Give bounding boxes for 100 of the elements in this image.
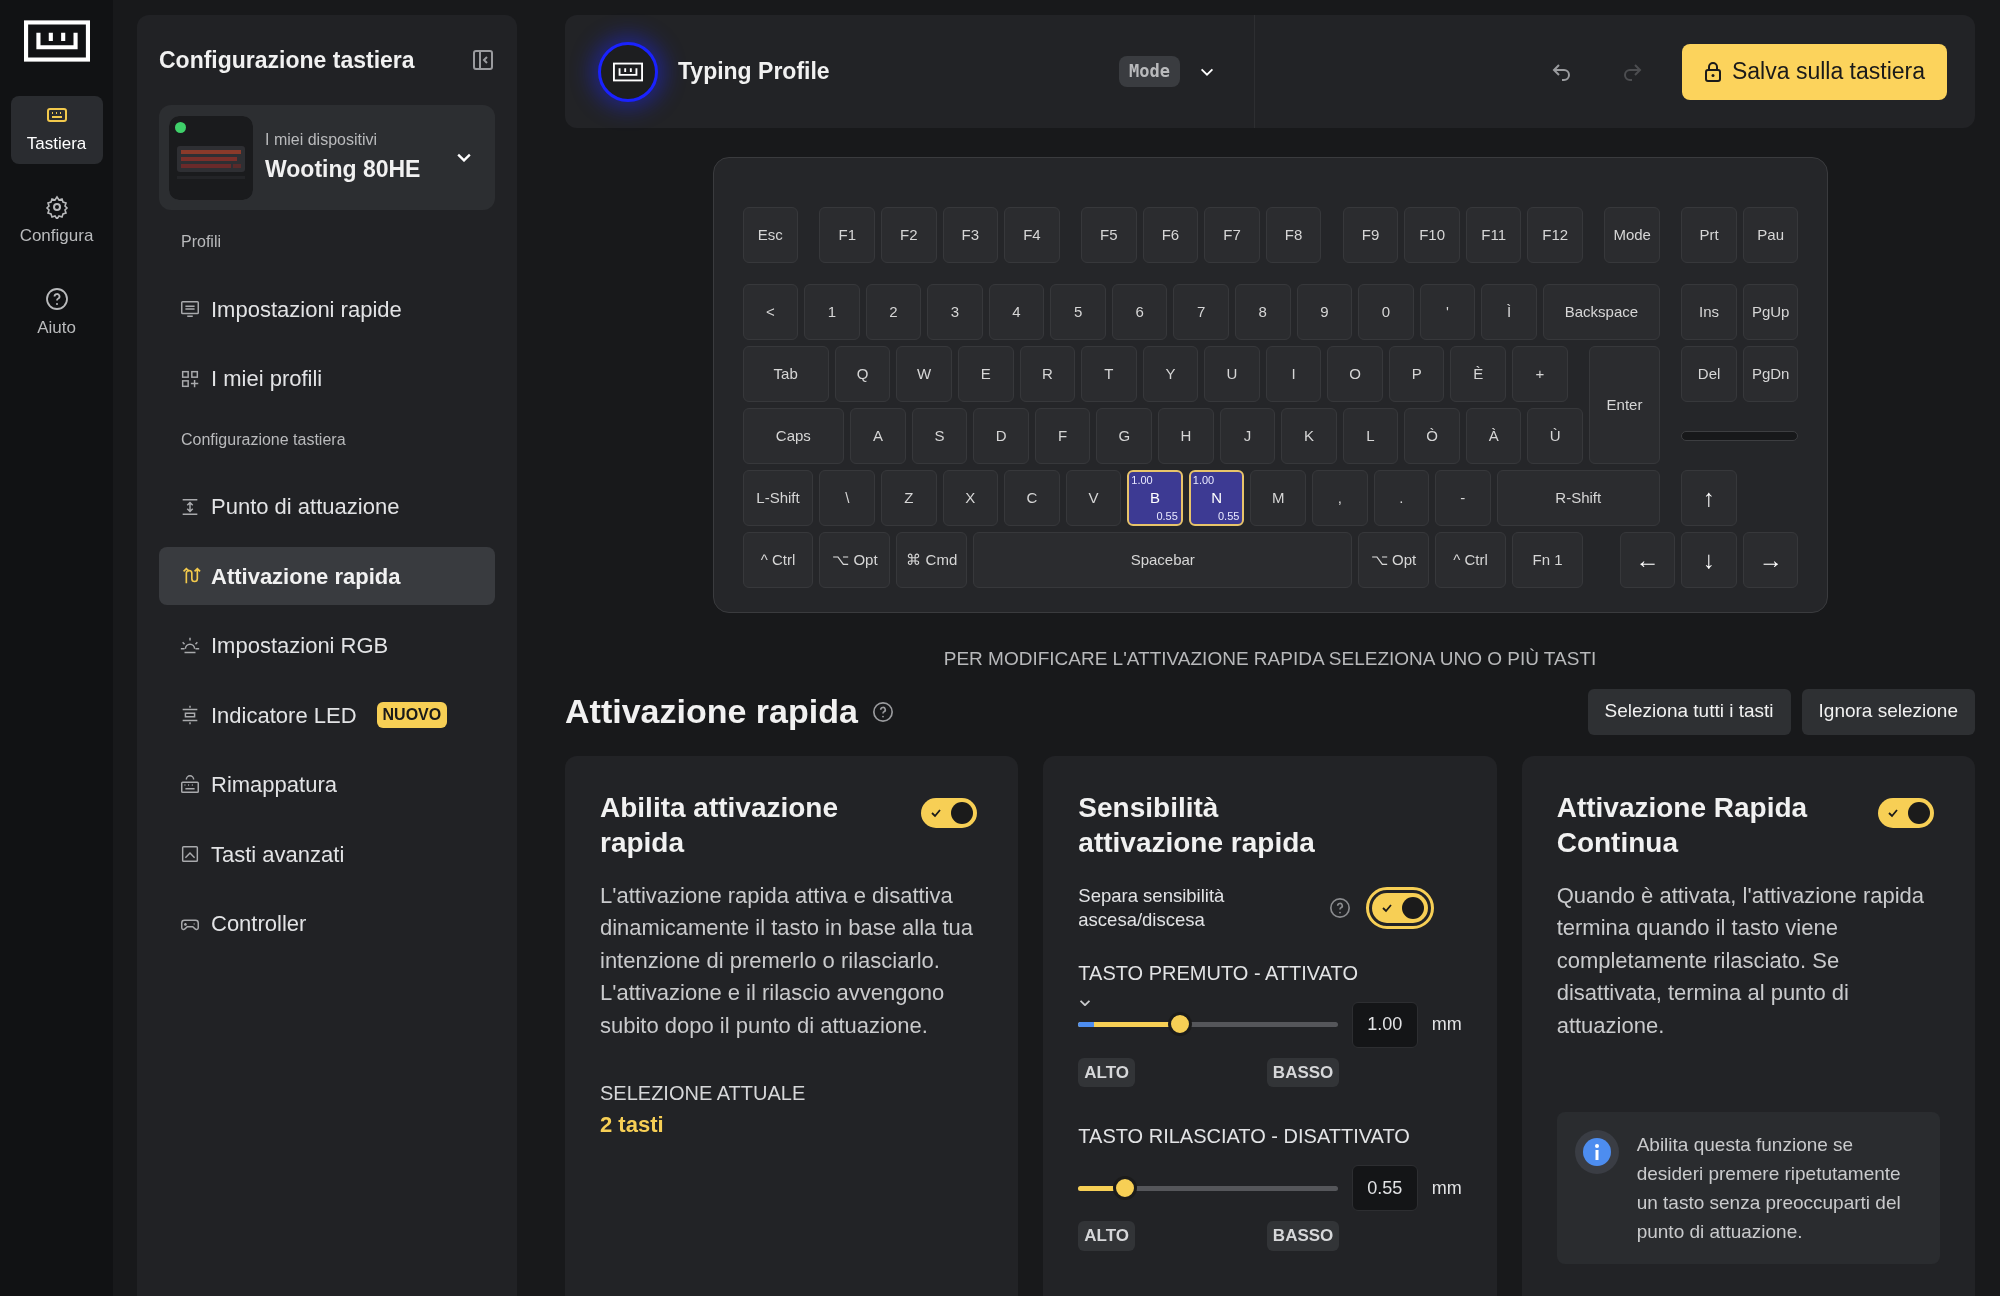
key[interactable]: Ì xyxy=(1481,284,1537,340)
key[interactable]: F10 xyxy=(1404,207,1460,263)
key[interactable]: R-Shift xyxy=(1496,470,1660,526)
key[interactable]: B 1.00 0.55 xyxy=(1127,470,1183,526)
key[interactable]: 8 xyxy=(1235,284,1291,340)
key[interactable]: ⌘ Cmd xyxy=(896,532,968,588)
key[interactable]: , xyxy=(1311,470,1368,526)
key[interactable]: ^ Ctrl xyxy=(1435,532,1507,588)
key[interactable]: À xyxy=(1465,408,1522,464)
key[interactable]: Fn 1 xyxy=(1512,532,1583,588)
key[interactable]: + xyxy=(1512,346,1568,402)
collapse-panel-icon[interactable] xyxy=(471,48,495,72)
key[interactable]: ^ Ctrl xyxy=(742,532,814,588)
slider-track[interactable] xyxy=(1078,1176,1338,1200)
slider-thumb[interactable] xyxy=(1113,1175,1138,1200)
key[interactable]: U xyxy=(1204,346,1260,402)
key[interactable]: F9 xyxy=(1342,207,1399,263)
key[interactable]: Z xyxy=(881,470,937,526)
key[interactable]: L xyxy=(1342,408,1399,464)
key[interactable]: Y xyxy=(1142,346,1199,402)
key[interactable]: 4 xyxy=(988,284,1045,340)
key[interactable]: 6 xyxy=(1111,284,1168,340)
key[interactable]: D xyxy=(973,408,1029,464)
key[interactable]: A xyxy=(850,408,906,464)
key[interactable]: F1 xyxy=(819,207,875,263)
key[interactable]: C xyxy=(1004,470,1060,526)
key[interactable]: F7 xyxy=(1204,207,1260,263)
action-button[interactable]: Ignora selezione xyxy=(1801,688,1975,735)
key[interactable]: L-Shift xyxy=(742,470,814,526)
key[interactable]: È xyxy=(1450,346,1507,402)
menu-item[interactable]: I miei profili xyxy=(159,349,495,408)
key[interactable]: Mode xyxy=(1604,207,1660,263)
key[interactable]: F5 xyxy=(1081,207,1137,263)
key[interactable]: PgDn xyxy=(1742,346,1799,402)
menu-item[interactable]: Indicatore LED NUOVO xyxy=(159,686,495,744)
key[interactable]: W xyxy=(896,346,952,402)
save-button[interactable]: Salva sulla tastiera xyxy=(1681,43,1947,100)
key[interactable]: Spacebar xyxy=(973,532,1353,588)
key[interactable]: ↓ xyxy=(1681,532,1737,588)
slider-thumb[interactable] xyxy=(1167,1012,1192,1036)
nav-tab[interactable]: Tastiera xyxy=(10,96,103,164)
key[interactable]: 2 xyxy=(865,284,922,340)
key[interactable]: F3 xyxy=(942,207,999,263)
toggle-switch[interactable] xyxy=(1371,892,1428,923)
nav-tab[interactable]: Aiuto xyxy=(10,280,103,348)
key[interactable]: \ xyxy=(819,470,875,526)
key[interactable]: F6 xyxy=(1142,207,1199,263)
key[interactable]: G xyxy=(1096,408,1153,464)
key[interactable]: X xyxy=(942,470,999,526)
key[interactable]: F2 xyxy=(881,207,937,263)
key[interactable]: Ù xyxy=(1527,408,1583,464)
key[interactable]: O xyxy=(1327,346,1383,402)
slider-track[interactable] xyxy=(1078,1012,1338,1037)
device-selector[interactable]: I miei dispositivi Wooting 80HE xyxy=(159,105,495,210)
key[interactable]: Pau xyxy=(1742,207,1799,263)
menu-item[interactable]: Punto di attuazione xyxy=(159,477,495,536)
key[interactable]: 3 xyxy=(927,284,983,340)
key[interactable]: Ins xyxy=(1681,284,1737,340)
key[interactable]: . xyxy=(1373,470,1430,526)
key[interactable]: → xyxy=(1742,532,1799,588)
menu-item[interactable]: Tasti avanzati xyxy=(159,825,495,883)
toggle-switch[interactable] xyxy=(1878,797,1934,828)
key[interactable]: H xyxy=(1158,408,1214,464)
menu-item[interactable]: Impostazioni rapide xyxy=(159,280,495,338)
menu-item[interactable]: Rimappatura xyxy=(159,755,495,814)
key[interactable]: Ò xyxy=(1404,408,1460,464)
key[interactable]: R xyxy=(1019,346,1076,402)
key[interactable]: F12 xyxy=(1527,207,1583,263)
key[interactable]: 7 xyxy=(1173,284,1229,340)
key[interactable]: N 1.00 0.55 xyxy=(1188,470,1245,526)
value-field[interactable]: 0.55 xyxy=(1352,1165,1418,1211)
key[interactable]: P xyxy=(1388,346,1445,402)
key[interactable]: < xyxy=(742,284,799,340)
key[interactable]: PgUp xyxy=(1742,284,1799,340)
key[interactable]: Caps xyxy=(742,408,845,464)
key[interactable]: M xyxy=(1250,470,1306,526)
help-icon[interactable] xyxy=(1328,896,1351,919)
key[interactable]: 0 xyxy=(1358,284,1414,340)
key[interactable]: J xyxy=(1219,408,1276,464)
key[interactable]: I xyxy=(1265,346,1322,402)
key[interactable]: ↑ xyxy=(1681,470,1737,526)
key[interactable]: Esc xyxy=(742,207,799,263)
key[interactable]: Enter xyxy=(1589,346,1660,464)
key[interactable]: F xyxy=(1034,408,1091,464)
value-field[interactable]: 1.00 xyxy=(1352,1001,1418,1048)
menu-item[interactable]: Attivazione rapida xyxy=(159,547,495,605)
key[interactable]: Prt xyxy=(1681,207,1737,263)
key[interactable]: Tab xyxy=(742,346,829,402)
toggle-switch[interactable] xyxy=(921,797,978,828)
key[interactable]: E xyxy=(957,346,1014,402)
key[interactable]: V xyxy=(1065,470,1122,526)
action-button[interactable]: Seleziona tutti i tasti xyxy=(1587,688,1791,735)
key[interactable]: ← xyxy=(1619,532,1676,588)
key[interactable]: Q xyxy=(834,346,891,402)
menu-item[interactable]: Impostazioni RGB xyxy=(159,616,495,675)
key[interactable]: 1 xyxy=(804,284,860,340)
key[interactable]: Del xyxy=(1681,346,1737,402)
chevron-down-icon[interactable] xyxy=(1080,999,1091,1006)
key[interactable]: 5 xyxy=(1050,284,1106,340)
help-icon[interactable] xyxy=(871,700,894,723)
